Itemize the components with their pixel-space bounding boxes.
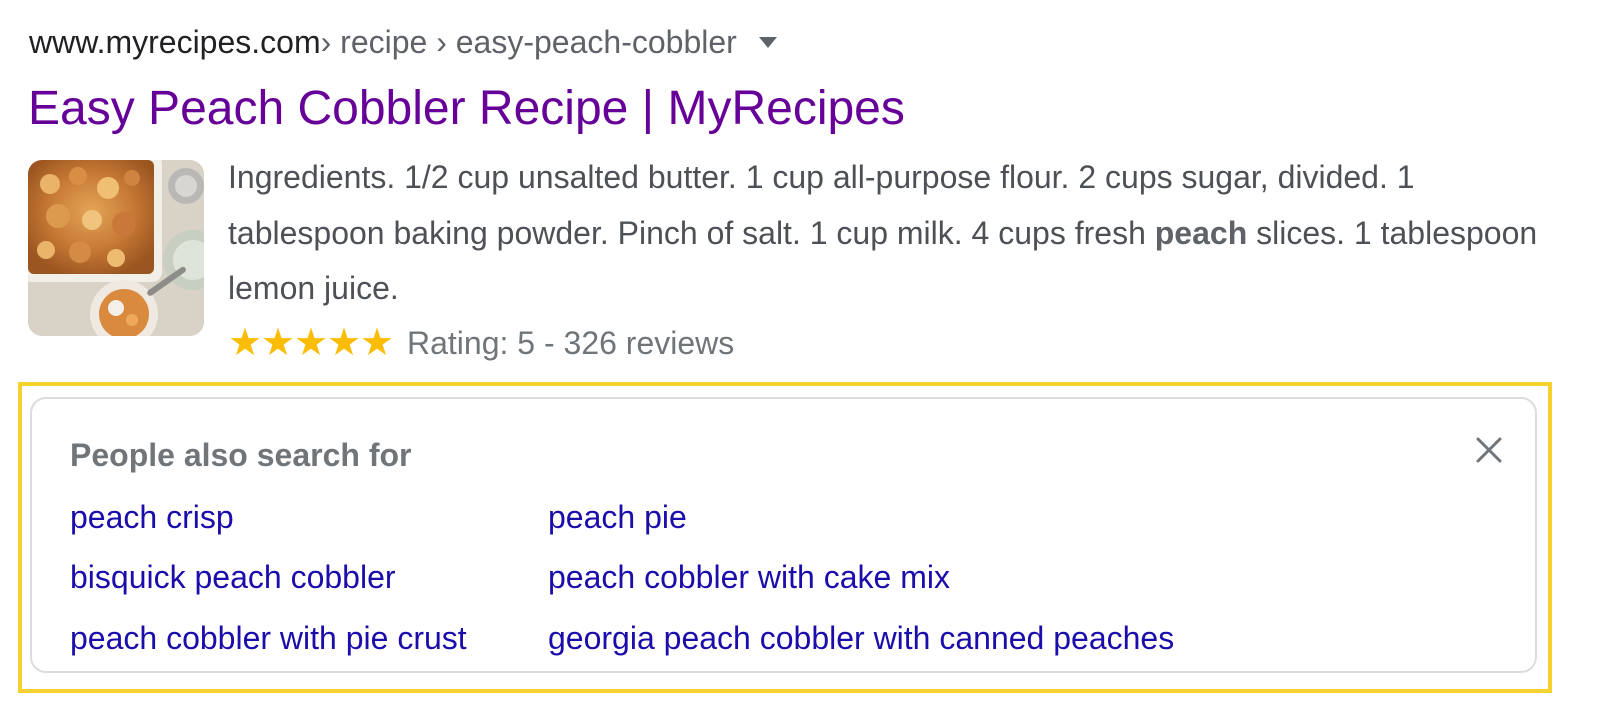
rating-text: Rating: 5 - 326 reviews (407, 324, 735, 361)
related-search-link[interactable]: georgia peach cobbler with canned peache… (548, 620, 1174, 657)
related-search-link[interactable]: peach crisp (70, 499, 234, 536)
breadcrumb-domain: www.myrecipes.com (29, 23, 321, 60)
star-icon: ★ (360, 322, 395, 364)
close-icon (1476, 437, 1502, 463)
result-title-link[interactable]: Easy Peach Cobbler Recipe | MyRecipes (28, 78, 905, 140)
close-button[interactable] (1472, 433, 1506, 467)
people-also-search-card: People also search for peach crisp peach… (30, 397, 1537, 673)
result-thumbnail[interactable] (28, 160, 204, 336)
star-icon: ★ (261, 322, 296, 364)
people-also-search-heading: People also search for (70, 437, 412, 473)
result-snippet: Ingredients. 1/2 cup unsalted butter. 1 … (228, 150, 1568, 317)
related-search-link[interactable]: peach cobbler with cake mix (548, 559, 950, 596)
star-icon: ★ (327, 322, 362, 364)
peach-cobbler-photo (28, 160, 204, 336)
search-result-page: www.myrecipes.com › recipe › easy-peach-… (0, 0, 1600, 727)
breadcrumb-path: › recipe › easy-peach-cobbler (320, 23, 737, 60)
breadcrumb[interactable]: www.myrecipes.com › recipe › easy-peach-… (29, 20, 777, 64)
star-icon: ★ (228, 322, 263, 364)
related-search-link[interactable]: bisquick peach cobbler (70, 559, 396, 596)
rating-row: ★ ★ ★ ★ ★ Rating: 5 - 326 reviews (228, 320, 734, 366)
related-search-link[interactable]: peach cobbler with pie crust (70, 620, 467, 657)
related-search-link[interactable]: peach pie (548, 499, 687, 536)
caret-down-icon[interactable] (758, 36, 777, 48)
snippet-highlight: peach (1154, 214, 1248, 251)
rating-stars: ★ ★ ★ ★ ★ (228, 322, 395, 364)
star-icon: ★ (294, 322, 329, 364)
